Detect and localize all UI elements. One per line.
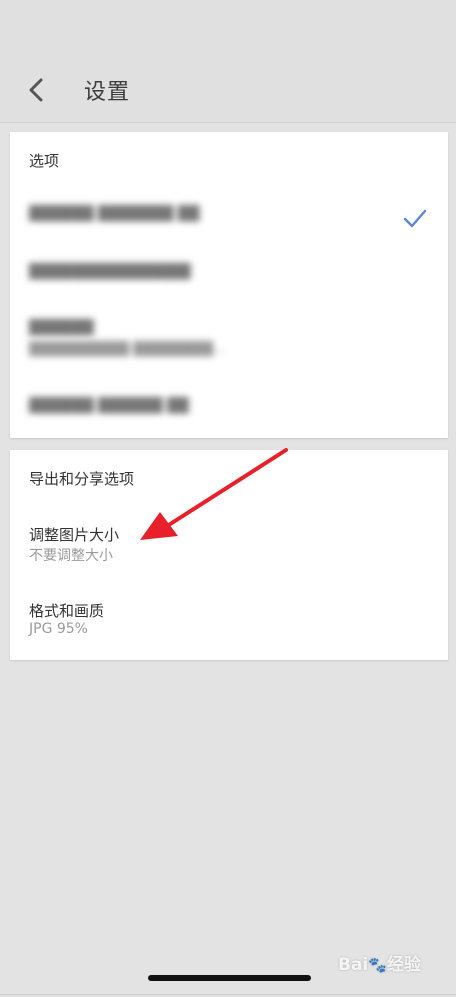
resize-image-sublabel: 不要调整大小 <box>29 548 113 564</box>
page-title: 设置 <box>84 80 131 105</box>
option-row-3[interactable]: ██████ ██████████ ████████... <box>10 312 448 368</box>
option-row-3-label: ██████ <box>29 320 94 336</box>
export-section-title: 导出和分享选项 <box>29 470 135 488</box>
back-button[interactable] <box>16 68 56 112</box>
checkmark-icon <box>403 209 427 228</box>
chevron-left-icon <box>29 78 43 102</box>
option-row-1[interactable]: ██████ ███████ ██ <box>10 198 448 238</box>
bottom-divider <box>0 994 456 995</box>
options-section-title: 选项 <box>29 152 60 170</box>
option-row-3-sublabel: ██████████ ████████... <box>29 342 226 357</box>
resize-image-label: 调整图片大小 <box>29 526 120 544</box>
watermark-text: Bai <box>338 955 369 975</box>
options-card: 选项 ██████ ███████ ██ ███████████████ ███… <box>10 132 448 438</box>
option-row-4-label: ██████ ██████ ██ <box>29 398 189 414</box>
app-header: 设置 <box>0 0 456 123</box>
format-quality-label: 格式和画质 <box>29 602 105 620</box>
option-row-4[interactable]: ██████ ██████ ██ <box>10 390 448 430</box>
option-row-2-label: ███████████████ <box>29 264 191 280</box>
home-indicator[interactable] <box>148 975 311 981</box>
option-row-1-label: ██████ ███████ ██ <box>29 206 200 222</box>
red-arrow-annotation <box>140 448 288 540</box>
watermark-suffix: 经验 <box>386 955 421 975</box>
format-quality-row[interactable]: 格式和画质 JPG 95% <box>10 594 448 646</box>
paw-icon: 🐾 <box>368 956 387 974</box>
option-row-2[interactable]: ███████████████ <box>10 256 448 296</box>
format-quality-sublabel: JPG 95% <box>29 621 88 637</box>
watermark: Bai🐾经验 <box>338 950 421 975</box>
